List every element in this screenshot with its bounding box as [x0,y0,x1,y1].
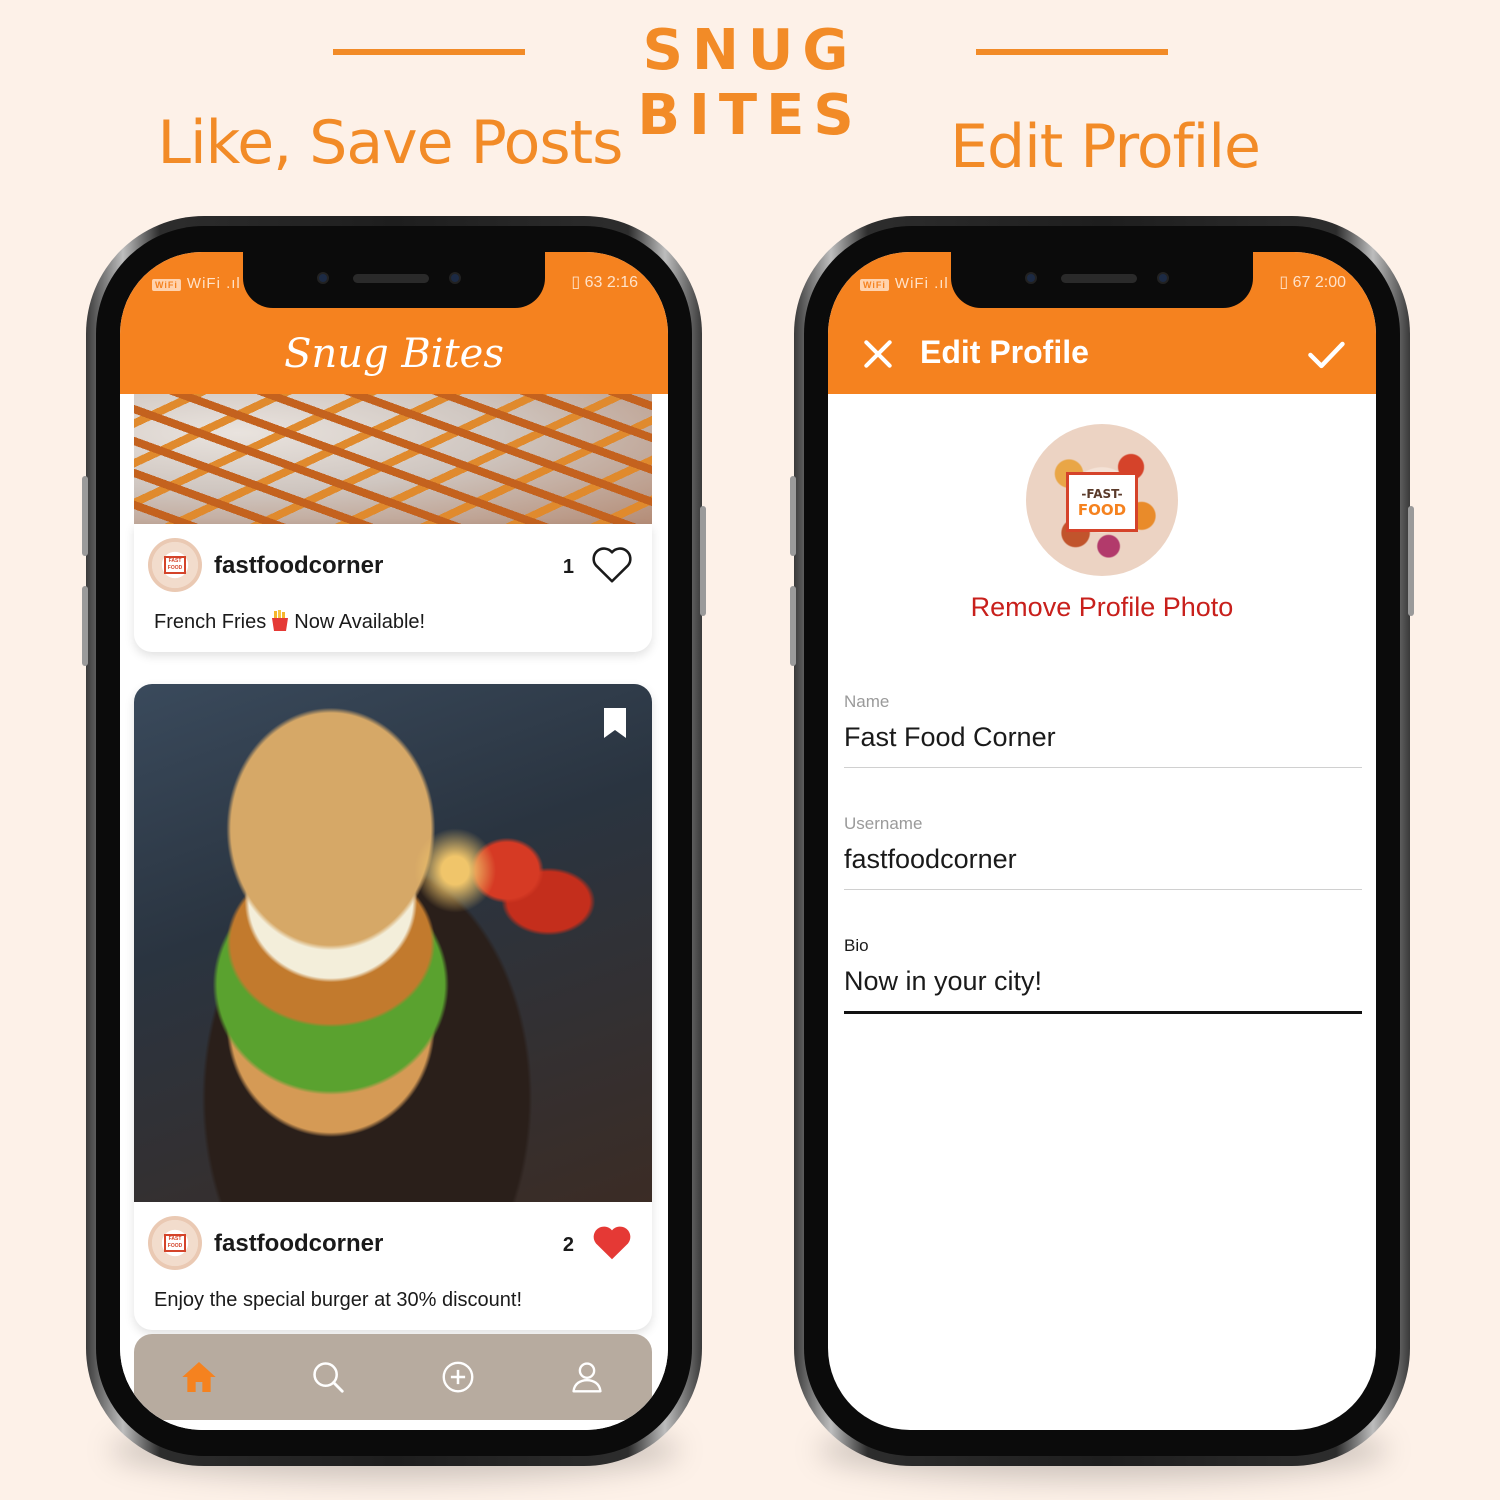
post-caption: Enjoy the special burger at 30% discount… [154,1289,522,1311]
check-icon[interactable] [1304,332,1348,376]
power-button [1408,506,1414,616]
phone-edit-profile: WiFi WiFi .ıl ≋ ▯ 67 2:00 Edit Profile -F… [790,216,1414,1466]
bio-field[interactable]: Bio Now in your city! [844,936,1362,1014]
volume-button [790,476,796,556]
status-right: ▯ 63 2:16 [571,274,638,291]
edit-profile-screen: WiFi WiFi .ıl ≋ ▯ 67 2:00 Edit Profile -F… [828,252,1376,1430]
fast-food-logo: -FAST- FOOD [1066,472,1138,532]
post-card: FAST FOOD fastfoodcorner 1 French Fries N… [134,524,652,652]
avatar[interactable]: FAST FOOD [148,538,202,592]
username-field[interactable]: Username fastfoodcorner [844,814,1362,890]
speaker [353,274,429,283]
banner-line-left [333,49,525,55]
bookmark-icon[interactable] [602,706,628,740]
remove-profile-photo-button[interactable]: Remove Profile Photo [828,592,1376,623]
username-input[interactable]: fastfoodcorner [844,844,1362,890]
heart-outline-icon[interactable] [590,544,634,584]
notch [243,252,545,308]
sensor-icon [449,272,461,284]
wifi-calling-icon: WiFi [152,279,181,291]
avatar[interactable]: FAST FOOD [148,1216,202,1270]
power-button [700,506,706,616]
search-icon [313,1362,344,1393]
sensor-icon [1157,272,1169,284]
nav-search[interactable] [304,1353,352,1401]
wifi-calling-icon: WiFi [860,279,889,291]
post-header: FAST FOOD fastfoodcorner 1 [134,538,652,598]
username-label: Username [844,814,923,833]
app-logo-title: Snug Bites [284,331,504,377]
name-input[interactable]: Fast Food Corner [844,722,1362,768]
post-username[interactable]: fastfoodcorner [214,552,383,580]
caption-like-save: Like, Save Posts [157,108,624,178]
status-right: ▯ 67 2:00 [1279,274,1346,291]
nav-add-post[interactable] [434,1353,482,1401]
volume-button [82,476,88,556]
bottom-navigation [134,1334,652,1420]
banner-line-right [976,49,1168,55]
post-caption: French Fries Now Available! [154,610,426,633]
speaker [1061,274,1137,283]
notch [951,252,1253,308]
profile-icon [572,1362,602,1393]
profile-photo[interactable]: -FAST- FOOD [1026,424,1178,576]
add-post-icon [442,1361,474,1393]
app-bar: Edit Profile [828,314,1376,394]
app-bar: Snug Bites [120,314,668,394]
like-count: 2 [562,1234,574,1256]
bio-input[interactable]: Now in your city! [844,966,1362,1014]
post-header: FAST FOOD fastfoodcorner 2 [134,1216,652,1276]
nav-profile[interactable] [563,1353,611,1401]
french-fries-photo[interactable] [134,394,652,524]
burger-photo[interactable] [134,684,652,1202]
caption-edit-profile: Edit Profile [950,112,1261,182]
volume-button [790,586,796,666]
home-icon [182,1362,216,1392]
like-count: 1 [562,556,574,578]
bio-label: Bio [844,936,869,955]
page-title: Edit Profile [920,334,1089,370]
phone-feed: WiFi WiFi .ıl ≋ ▯ 63 2:16 Snug Bites FAST… [82,216,706,1466]
camera-icon [1025,272,1037,284]
volume-button [82,586,88,666]
post-username[interactable]: fastfoodcorner [214,1230,383,1258]
name-field[interactable]: Name Fast Food Corner [844,692,1362,768]
heart-filled-icon[interactable] [590,1222,634,1262]
post-card: FAST FOOD fastfoodcorner 2 Enjoy the spe… [134,684,652,1330]
name-label: Name [844,692,890,711]
camera-icon [317,272,329,284]
fries-emoji [272,610,289,631]
close-icon[interactable] [858,334,898,374]
feed-screen: WiFi WiFi .ıl ≋ ▯ 63 2:16 Snug Bites FAST… [120,252,668,1430]
nav-home[interactable] [175,1353,223,1401]
post-feed[interactable]: FAST FOOD fastfoodcorner 1 French Fries N… [120,394,668,1430]
